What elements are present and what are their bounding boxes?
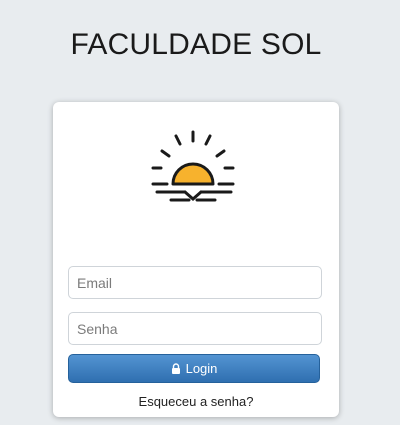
sunset-icon — [151, 130, 235, 202]
email-field[interactable] — [68, 266, 322, 299]
login-button[interactable]: Login — [68, 354, 320, 383]
lock-icon — [171, 363, 180, 374]
login-button-label: Login — [185, 361, 218, 376]
password-field[interactable] — [68, 312, 322, 345]
forgot-password-link[interactable]: Esqueceu a senha? — [53, 394, 339, 409]
page-title: FACULDADE SOL — [70, 28, 322, 61]
login-card: Login Esqueceu a senha? — [53, 102, 339, 417]
